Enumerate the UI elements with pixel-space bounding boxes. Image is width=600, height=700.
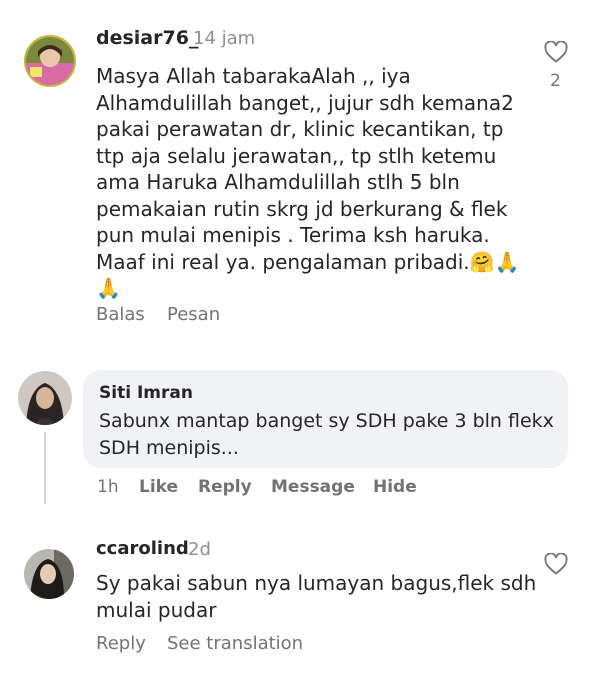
- comment-username[interactable]: desiar76_: [96, 27, 198, 49]
- comment-timestamp: 14 jam: [193, 28, 256, 49]
- comment-text-line: Maaf ini real ya. pengalaman pribadi.🤗🙏: [96, 249, 520, 274]
- avatar[interactable]: [24, 549, 74, 599]
- comment-text-line: Masya Allah tabarakaAlah ,, iya: [96, 64, 411, 88]
- hide-button[interactable]: Hide: [373, 477, 417, 497]
- like-count: 2: [550, 71, 561, 91]
- comment-text-line: 🙏: [96, 276, 121, 300]
- message-button[interactable]: Message: [271, 477, 355, 497]
- comment-text-line: Alhamdulillah banget,, jujur sdh kemana2: [96, 90, 514, 115]
- comment-username[interactable]: Siti Imran: [99, 383, 193, 403]
- comment-text: Masya Allah tabarakaAlah ,, iya Alhamdul…: [96, 63, 519, 302]
- reply-button[interactable]: Reply: [96, 633, 146, 654]
- heart-outline-icon[interactable]: [544, 40, 568, 67]
- comment-text-line: pakai perawatan dr, klinic kecantikan, t…: [96, 117, 504, 141]
- comment-text-line: Sy pakai sabun nya lumayan bagus,flek sd…: [96, 571, 537, 595]
- comment-text-line: SDH menipis...: [99, 437, 239, 459]
- heart-outline-icon[interactable]: [544, 552, 568, 579]
- comment-text-line: ttp aja selalu jerawatan,, tp stlh ketem…: [96, 143, 497, 168]
- comment-text-line: mulai pudar: [96, 597, 217, 622]
- see-translation-button[interactable]: See translation: [167, 633, 303, 654]
- like-button[interactable]: Like: [139, 477, 178, 497]
- thread-line: [44, 432, 46, 504]
- avatar[interactable]: [18, 371, 72, 425]
- comment-text-line: ama Haruka Alhamdulillah stlh 5 bln: [96, 170, 460, 194]
- comment-timestamp: 1h: [97, 477, 119, 497]
- comment-text-line: pun mulai menipis . Terima ksh haruka.: [96, 223, 490, 247]
- comment-timestamp: 2d: [188, 539, 211, 560]
- reply-button[interactable]: Balas: [96, 304, 145, 325]
- avatar[interactable]: [24, 35, 76, 87]
- comment-text-line: pemakaian rutin skrg jd berkurang & flek: [96, 196, 508, 221]
- message-button[interactable]: Pesan: [167, 304, 220, 325]
- comment-text: Sy pakai sabun nya lumayan bagus,flek sd…: [96, 570, 536, 623]
- reply-button[interactable]: Reply: [198, 477, 252, 497]
- comment-text-line: Sabunx mantap banget sy SDH pake 3 bln f…: [99, 410, 554, 432]
- comment-username[interactable]: ccarolind: [96, 538, 189, 559]
- comment-text: Sabunx mantap banget sy SDH pake 3 bln f…: [99, 408, 554, 462]
